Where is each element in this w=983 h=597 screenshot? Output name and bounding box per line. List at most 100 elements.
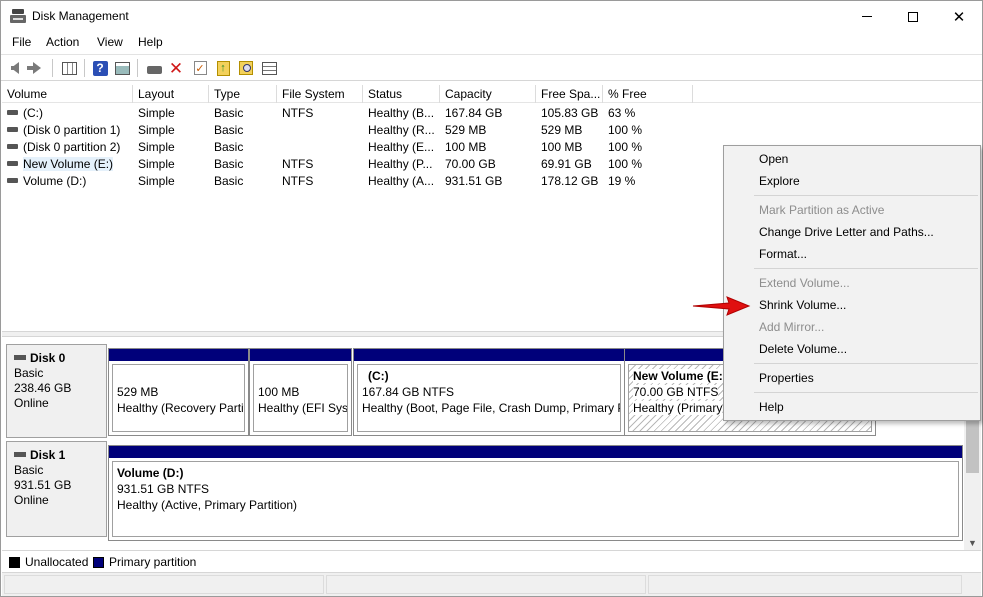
column-capacity[interactable]: Capacity: [440, 85, 536, 103]
menu-item-add-mirror: Add Mirror...: [759, 320, 825, 334]
disk-1-size: 931.51 GB: [14, 478, 72, 492]
partition-efi[interactable]: 100 MB Healthy (EFI Syst: [249, 348, 352, 436]
check-icon: ✓: [193, 61, 207, 75]
menu-view[interactable]: View: [97, 35, 123, 49]
disk-1-label[interactable]: Disk 1 Basic 931.51 GB Online: [6, 441, 107, 537]
column-percent-free[interactable]: % Free: [603, 85, 693, 103]
menu-item-change-drive-letter[interactable]: Change Drive Letter and Paths...: [725, 222, 979, 243]
unallocated-swatch: [9, 557, 20, 568]
column-status[interactable]: Status: [363, 85, 440, 103]
partition-status: Healthy (Recovery Partit: [117, 401, 245, 415]
console-tree-button[interactable]: [60, 59, 78, 77]
graphical-view-scrollbar[interactable]: ▼: [964, 420, 981, 550]
delete-icon: ✕: [168, 58, 184, 78]
table-row[interactable]: (Disk 0 partition 1) Simple Basic Healthy (…: [2, 122, 981, 139]
maximize-icon: [908, 11, 918, 22]
menu-action[interactable]: Action: [46, 35, 79, 49]
check-button[interactable]: ✓: [191, 59, 209, 77]
title-bar: Disk Management ✕: [1, 1, 982, 32]
menu-item-explore[interactable]: Explore: [725, 171, 979, 192]
partition-title: [258, 368, 347, 384]
status-bar: [2, 572, 981, 596]
cell-free-space: 178.12 GB: [541, 174, 599, 188]
cell-free-space: 69.91 GB: [541, 157, 592, 171]
cell-percent-free: 63 %: [608, 106, 636, 120]
forward-button[interactable]: [27, 59, 46, 77]
back-button[interactable]: [6, 59, 24, 77]
status-segment: [4, 575, 324, 594]
cell-volume: (Disk 0 partition 1): [2, 122, 133, 139]
search-button[interactable]: [237, 59, 255, 77]
delete-button[interactable]: ✕: [167, 59, 185, 77]
disk-0-label[interactable]: Disk 0 Basic 238.46 GB Online: [6, 344, 107, 438]
annotation-arrow-icon: [692, 296, 751, 316]
scroll-down-icon[interactable]: ▼: [968, 538, 977, 548]
menu-bar: File Action View Help: [1, 32, 982, 53]
partition-type-bar: [250, 349, 351, 361]
forward-arrow-icon: [27, 62, 41, 74]
column-volume[interactable]: Volume: [2, 85, 133, 103]
column-free-space[interactable]: Free Spa...: [536, 85, 603, 103]
maximize-button[interactable]: [890, 1, 936, 32]
cell-type: Basic: [214, 140, 244, 154]
list-properties-icon: [261, 61, 277, 75]
minimize-button[interactable]: [844, 1, 890, 32]
volume-icon: [7, 110, 18, 116]
partition-size: 931.51 GB NTFS: [117, 482, 210, 496]
volume-icon: [7, 178, 18, 184]
column-file-system[interactable]: File System: [277, 85, 363, 103]
cell-volume: (Disk 0 partition 2): [2, 139, 133, 156]
help-button[interactable]: ?: [91, 59, 109, 77]
partition-size: 70.00 GB NTFS: [633, 385, 719, 399]
folder-up-button[interactable]: ↑: [214, 59, 232, 77]
status-segment: [648, 575, 962, 594]
cell-free-space: 105.83 GB: [541, 106, 599, 120]
partition-type-bar: [354, 349, 624, 361]
properties-panel-button[interactable]: [113, 59, 131, 77]
cell-status: Healthy (R...: [368, 123, 435, 137]
partition-status: Healthy (Active, Primary Partition): [117, 498, 298, 512]
cell-layout: Simple: [138, 123, 175, 137]
connect-drive-button[interactable]: [145, 59, 163, 77]
menu-item-delete-volume[interactable]: Delete Volume...: [725, 339, 979, 360]
help-icon: ?: [92, 60, 108, 76]
menu-item-properties[interactable]: Properties: [725, 368, 979, 389]
cell-layout: Simple: [138, 157, 175, 171]
table-row[interactable]: (C:) Simple Basic NTFS Healthy (B... 167.84 G…: [2, 105, 981, 122]
partition-recovery[interactable]: 529 MB Healthy (Recovery Partit: [108, 348, 249, 436]
menu-item-open[interactable]: Open: [725, 149, 979, 170]
menu-help[interactable]: Help: [138, 35, 163, 49]
folder-up-icon: ↑: [216, 60, 230, 76]
menu-item-help[interactable]: Help: [725, 397, 979, 418]
close-button[interactable]: ✕: [936, 1, 982, 32]
partition-status: Healthy (Boot, Page File, Crash Dump, Pr…: [362, 401, 621, 415]
disk-icon: [14, 355, 26, 361]
disk-management-window: Disk Management ✕ File Action View Help …: [0, 0, 983, 597]
list-properties-button[interactable]: [260, 59, 278, 77]
legend-unallocated: Unallocated: [25, 555, 89, 569]
cell-layout: Simple: [138, 174, 175, 188]
disk-management-app-icon: [10, 9, 26, 23]
menu-item-extend-volume: Extend Volume...: [759, 276, 850, 290]
cell-percent-free: 19 %: [608, 174, 636, 188]
cell-file-system: NTFS: [282, 157, 314, 171]
scrollbar-thumb[interactable]: [966, 421, 979, 473]
column-layout[interactable]: Layout: [133, 85, 209, 103]
menu-item-mark-active: Mark Partition as Active: [759, 203, 885, 217]
menu-item-shrink-volume[interactable]: Shrink Volume...: [725, 295, 979, 316]
volume-icon: [7, 144, 18, 150]
cell-capacity: 167.84 GB: [445, 106, 503, 120]
partition-c[interactable]: (C:) 167.84 GB NTFS Healthy (Boot, Page …: [353, 348, 625, 436]
partition-status: Healthy (Primary: [633, 401, 723, 415]
disk-1-type: Basic: [14, 463, 44, 477]
column-type[interactable]: Type: [209, 85, 277, 103]
toolbar: ? ✕ ✓ ↑: [1, 54, 982, 81]
cell-volume: (C:): [2, 105, 133, 122]
primary-partition-swatch: [93, 557, 104, 568]
menu-item-format[interactable]: Format...: [725, 244, 979, 265]
cell-file-system: [277, 122, 363, 139]
disk-0-state: Online: [14, 396, 49, 410]
menu-file[interactable]: File: [12, 35, 31, 49]
partition-d[interactable]: Volume (D:) 931.51 GB NTFS Healthy (Acti…: [108, 445, 963, 541]
disk-0-type: Basic: [14, 366, 44, 380]
